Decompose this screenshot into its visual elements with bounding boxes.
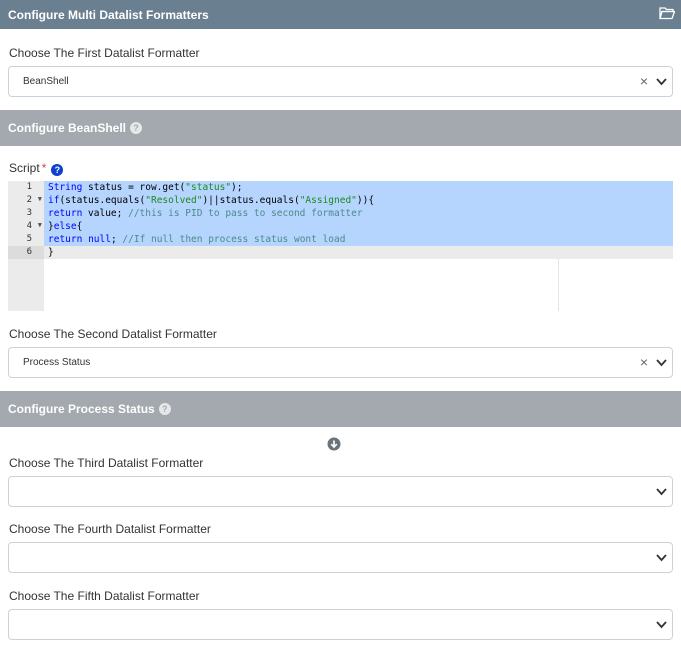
help-icon[interactable]: ?	[130, 122, 143, 134]
help-icon[interactable]: ?	[51, 164, 64, 176]
code-line: }else{	[44, 220, 673, 233]
process-status-header: Configure Process Status ?	[0, 391, 681, 427]
code-line: if(status.equals("Resolved")||status.equ…	[44, 194, 673, 207]
clear-selection-icon[interactable]: ×	[640, 354, 648, 370]
code-line: return value; //this is PID to pass to s…	[44, 207, 673, 220]
code-line: return null; //If null then process stat…	[44, 233, 673, 246]
chevron-down-icon[interactable]	[656, 77, 667, 86]
multi-formatter-header: Configure Multi Datalist Formatters	[0, 0, 681, 29]
line-number: 3	[26, 208, 32, 218]
first-formatter-label: Choose The First Datalist Formatter	[9, 46, 200, 60]
clear-selection-icon[interactable]: ×	[640, 73, 648, 89]
second-formatter-select[interactable]: Process Status ×	[8, 347, 673, 378]
line-number: 2 ▼	[26, 195, 42, 205]
script-editor[interactable]: 1 2 ▼ 3 4 ▼ 5 6 String status = row.get("s…	[8, 181, 673, 311]
arrow-down-circle-icon[interactable]	[327, 437, 341, 451]
chevron-down-icon[interactable]	[656, 358, 667, 367]
beanshell-header: Configure BeanShell ?	[0, 110, 681, 146]
beanshell-title: Configure BeanShell	[8, 121, 127, 135]
script-label: Script *?	[9, 161, 64, 176]
fourth-formatter-label: Choose The Fourth Datalist Formatter	[9, 522, 211, 536]
required-marker: *	[41, 161, 47, 175]
panel-title: Configure Multi Datalist Formatters	[8, 7, 209, 22]
editor-gutter: 1 2 ▼ 3 4 ▼ 5 6	[8, 181, 44, 311]
fifth-formatter-label: Choose The Fifth Datalist Formatter	[9, 589, 200, 603]
second-formatter-label: Choose The Second Datalist Formatter	[9, 327, 217, 341]
folder-open-icon[interactable]	[659, 6, 675, 20]
code-area[interactable]: String status = row.get("status"); if(st…	[44, 181, 673, 311]
process-status-title: Configure Process Status	[8, 402, 155, 416]
fold-toggle-icon[interactable]: ▼	[38, 221, 42, 229]
fourth-formatter-select[interactable]	[8, 542, 673, 573]
chevron-down-icon[interactable]	[656, 620, 667, 629]
script-label-text: Script	[9, 161, 40, 175]
fifth-formatter-select[interactable]	[8, 609, 673, 640]
second-formatter-value: Process Status	[23, 357, 91, 368]
line-number: 1	[26, 182, 32, 192]
first-formatter-value: BeanShell	[23, 76, 69, 87]
fold-toggle-icon[interactable]: ▼	[38, 195, 42, 203]
code-line: String status = row.get("status");	[44, 181, 673, 194]
code-line: }	[44, 246, 673, 259]
third-formatter-select[interactable]	[8, 476, 673, 507]
help-icon[interactable]: ?	[158, 403, 171, 415]
line-number: 4 ▼	[26, 221, 42, 231]
line-number: 6	[8, 246, 44, 259]
third-formatter-label: Choose The Third Datalist Formatter	[9, 456, 204, 470]
first-formatter-select[interactable]: BeanShell ×	[8, 66, 673, 97]
chevron-down-icon[interactable]	[656, 553, 667, 562]
line-number: 5	[26, 234, 32, 244]
chevron-down-icon[interactable]	[656, 487, 667, 496]
